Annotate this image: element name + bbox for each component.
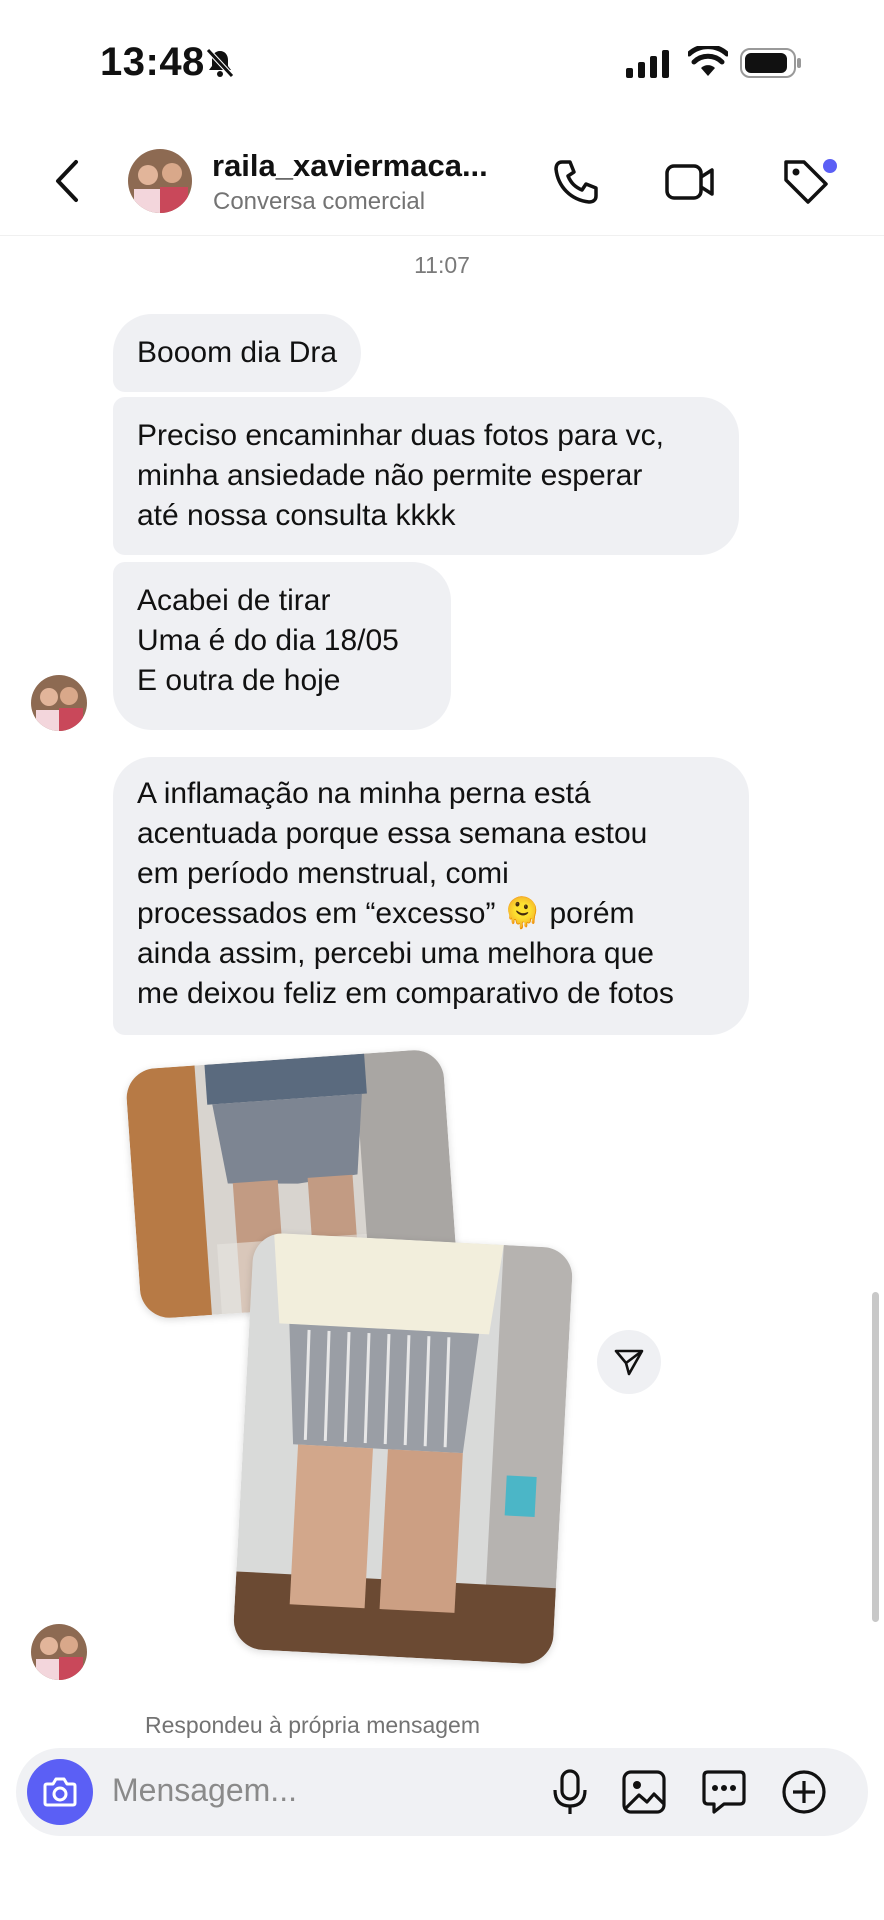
message-bubble[interactable]: Booom dia Dra [113, 314, 362, 392]
video-camera-icon[interactable] [664, 160, 716, 204]
reply-context-label: Respondeu à própria mensagem [145, 1712, 480, 1738]
bell-muted-icon [206, 48, 234, 78]
chat-header: raila_xaviermaca... Conversa comercial [0, 130, 884, 236]
sticker-icon[interactable] [700, 1768, 748, 1816]
message-composer: Mensagem... [16, 1748, 868, 1836]
avatar[interactable] [128, 149, 192, 213]
camera-icon [43, 1777, 77, 1807]
contact-subtitle: Conversa comercial [213, 188, 426, 215]
message-bubble[interactable]: A inflamação na minha perna está acentua… [113, 757, 749, 1035]
send-icon [614, 1349, 644, 1376]
scrollbar[interactable] [872, 1292, 879, 1622]
cellular-signal-icon [626, 50, 669, 78]
wifi-icon [688, 46, 728, 76]
photo-attachment[interactable] [232, 1231, 574, 1666]
phone-icon[interactable] [552, 158, 600, 206]
sender-avatar[interactable] [31, 675, 87, 731]
microphone-icon[interactable] [548, 1768, 592, 1816]
message-bubble[interactable]: Preciso encaminhar duas fotos para vc, m… [113, 397, 739, 555]
battery-icon [740, 48, 801, 78]
message-bubble[interactable]: Acabei de tirar Uma é do dia 18/05 E out… [113, 562, 451, 730]
share-button[interactable] [597, 1330, 661, 1394]
message-input[interactable]: Mensagem... [112, 1772, 297, 1809]
message-timestamp: 11:07 [414, 252, 470, 278]
plus-icon[interactable] [780, 1768, 828, 1816]
status-bar: 13:48 [0, 0, 884, 130]
tag-icon[interactable] [780, 156, 840, 208]
sender-avatar[interactable] [31, 1624, 87, 1680]
camera-button[interactable] [27, 1759, 93, 1825]
gallery-icon[interactable] [620, 1768, 668, 1816]
status-time: 13:48 [100, 40, 205, 84]
contact-username[interactable]: raila_xaviermaca... [212, 148, 488, 184]
back-button[interactable] [52, 158, 82, 204]
